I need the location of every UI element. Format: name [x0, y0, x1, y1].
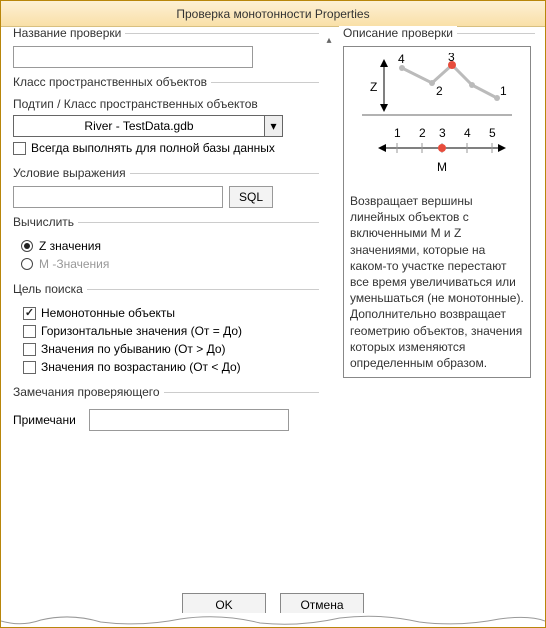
window-title: Проверка монотонности Properties — [176, 7, 369, 21]
target-desc-row[interactable]: Значения по убыванию (От > До) — [23, 342, 315, 356]
target-nonmono-row[interactable]: Немонотонные объекты — [23, 306, 315, 320]
content-area: Название проверки Класс пространственных… — [1, 27, 545, 579]
radio-z-label: Z значения — [39, 239, 101, 253]
combo-text: River - TestData.gdb — [14, 116, 264, 136]
note-input[interactable] — [89, 409, 289, 431]
svg-text:4: 4 — [464, 126, 471, 140]
target-asc-check[interactable] — [23, 361, 36, 374]
compute-label: Вычислить — [9, 215, 78, 229]
group-description: Описание проверки Z — [339, 33, 535, 384]
radio-z[interactable] — [21, 240, 33, 252]
sql-button[interactable]: SQL — [229, 186, 273, 208]
target-nonmono-label: Немонотонные объекты — [41, 306, 175, 320]
feature-class-label: Класс пространственных объектов — [9, 75, 211, 89]
group-compute: Вычислить Z значения M -Значения — [9, 222, 319, 281]
radio-m-row: M -Значения — [21, 257, 315, 271]
always-checkbox[interactable] — [13, 142, 26, 155]
monotonicity-diagram: Z 4 3 2 1 — [350, 53, 524, 183]
right-panel: Описание проверки Z — [337, 27, 545, 579]
left-panel: Название проверки Класс пространственных… — [1, 27, 321, 579]
radio-m-label: M -Значения — [39, 257, 109, 271]
dialog-window: Проверка монотонности Properties Названи… — [0, 0, 546, 628]
group-reviewer: Замечания проверяющего Примечани — [9, 392, 319, 437]
always-label: Всегда выполнять для полной базы данных — [31, 141, 275, 155]
svg-text:1: 1 — [394, 126, 401, 140]
m-label-text: M — [437, 160, 447, 174]
condition-input[interactable] — [13, 186, 223, 208]
reviewer-label: Замечания проверяющего — [9, 385, 164, 399]
target-asc-label: Значения по возрастанию (От < До) — [41, 360, 241, 374]
condition-label: Условие выражения — [9, 166, 130, 180]
svg-text:2: 2 — [436, 84, 443, 98]
chevron-down-icon[interactable]: ▾ — [264, 116, 282, 136]
target-asc-row[interactable]: Значения по возрастанию (От < До) — [23, 360, 315, 374]
z-label-text: Z — [370, 80, 377, 94]
svg-text:4: 4 — [398, 53, 405, 66]
description-box: Z 4 3 2 1 — [343, 46, 531, 378]
target-horiz-check[interactable] — [23, 325, 36, 338]
target-desc-label: Значения по убыванию (От > До) — [41, 342, 226, 356]
group-check-name: Название проверки — [9, 33, 319, 74]
description-title: Описание проверки — [339, 26, 457, 40]
radio-z-row[interactable]: Z значения — [21, 239, 315, 253]
subtype-label: Подтип / Класс пространственных объектов — [13, 97, 315, 111]
title-bar: Проверка монотонности Properties — [1, 1, 545, 27]
target-horiz-label: Горизонтальные значения (От = До) — [41, 324, 242, 338]
note-label: Примечани — [13, 413, 85, 427]
target-label: Цель поиска — [9, 282, 87, 296]
target-nonmono-check[interactable] — [23, 307, 36, 320]
group-condition: Условие выражения SQL — [9, 173, 319, 214]
scroll-up-icon[interactable]: ▴ — [323, 35, 335, 47]
scrollbar[interactable]: ▴ — [321, 27, 337, 579]
check-name-input[interactable] — [13, 46, 253, 68]
svg-text:3: 3 — [439, 126, 446, 140]
torn-edge-decoration — [1, 613, 545, 627]
group-target: Цель поиска Немонотонные объекты Горизон… — [9, 289, 319, 384]
radio-m — [21, 258, 33, 270]
svg-text:1: 1 — [500, 84, 507, 98]
feature-class-combo[interactable]: River - TestData.gdb ▾ — [13, 115, 283, 137]
target-horiz-row[interactable]: Горизонтальные значения (От = До) — [23, 324, 315, 338]
svg-text:2: 2 — [419, 126, 426, 140]
target-desc-check[interactable] — [23, 343, 36, 356]
group-feature-class: Класс пространственных объектов Подтип /… — [9, 82, 319, 165]
always-row[interactable]: Всегда выполнять для полной базы данных — [13, 141, 315, 155]
svg-text:3: 3 — [448, 53, 455, 64]
check-name-label: Название проверки — [9, 27, 125, 40]
svg-text:5: 5 — [489, 126, 496, 140]
description-text: Возвращает вершины линейных объектов с в… — [350, 193, 524, 371]
